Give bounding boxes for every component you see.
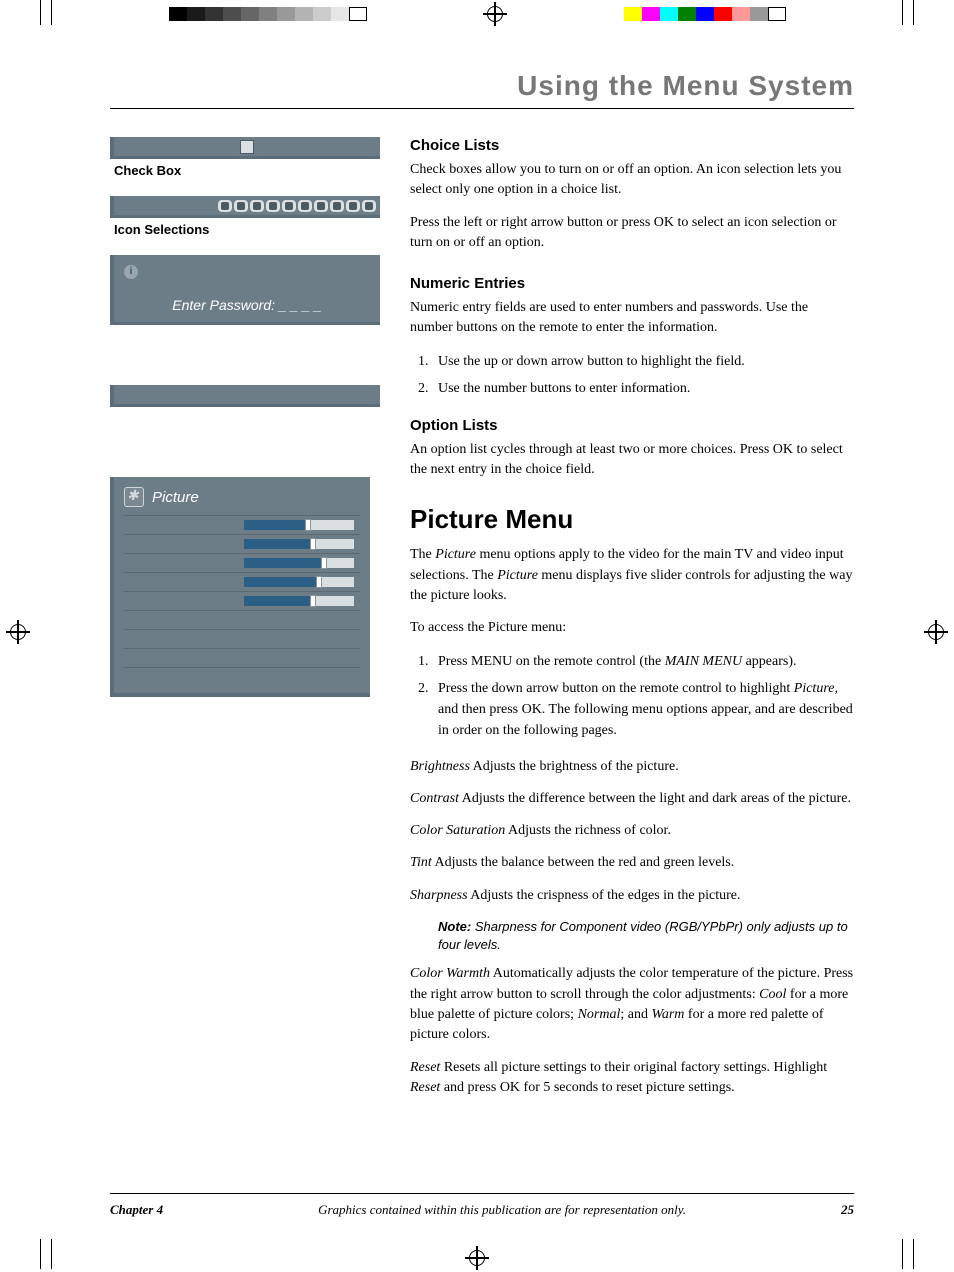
color-bars <box>624 7 786 21</box>
definition-brightness: Brightness Adjusts the brightness of the… <box>410 757 854 777</box>
footer-note: Graphics contained within this publicati… <box>318 1202 686 1218</box>
definition-tint: Tint Adjusts the balance between the red… <box>410 853 854 873</box>
print-registration-bottom <box>0 1250 954 1266</box>
definition-color: Color Saturation Adjusts the richness of… <box>410 821 854 841</box>
page-number: 25 <box>841 1202 854 1218</box>
crop-mark <box>40 1247 52 1269</box>
definition-color-warmth: Color Warmth Automatically adjusts the c… <box>410 964 854 1045</box>
checkbox-icon <box>240 140 254 154</box>
list-item: Use the number buttons to enter informat… <box>432 378 854 399</box>
checkbox-caption: Check Box <box>114 163 380 178</box>
checkbox-widget <box>110 137 380 159</box>
registration-cross-icon <box>6 620 30 644</box>
page-footer: Chapter 4 Graphics contained within this… <box>110 1193 854 1218</box>
icon-selection-widget <box>110 196 380 218</box>
slider <box>244 539 354 549</box>
picture-icon <box>124 487 144 507</box>
crop-mark <box>40 3 52 25</box>
note-text: Note: Sharpness for Component video (RGB… <box>438 918 854 954</box>
slider <box>244 520 354 530</box>
chapter-title: Using the Menu System <box>110 70 854 109</box>
password-label: Enter Password: _ _ _ _ <box>124 297 370 313</box>
info-icon: i <box>124 265 138 279</box>
section-heading-picture-menu: Picture Menu <box>410 504 854 535</box>
slider <box>244 596 354 606</box>
slider <box>244 558 354 568</box>
picture-menu-title: Picture <box>152 489 199 506</box>
body-text: Press the left or right arrow button or … <box>410 213 854 254</box>
list-item: Press MENU on the remote control (the MA… <box>432 651 854 672</box>
body-text: Numeric entry fields are used to enter n… <box>410 298 854 339</box>
definition-contrast: Contrast Adjusts the difference between … <box>410 789 854 809</box>
picture-menu-widget: Picture <box>110 477 370 697</box>
icon-selection-caption: Icon Selections <box>114 222 380 237</box>
registration-cross-icon <box>465 1246 489 1270</box>
crop-mark <box>902 3 914 25</box>
print-registration-top <box>0 6 954 22</box>
slider <box>244 577 354 587</box>
grayscale-bars <box>169 7 367 21</box>
option-list-widget <box>110 385 380 407</box>
list-item: Use the up or down arrow button to highl… <box>432 351 854 372</box>
definition-reset: Reset Resets all picture settings to the… <box>410 1058 854 1099</box>
definition-sharpness: Sharpness Adjusts the crispness of the e… <box>410 886 854 906</box>
icon-selection-row <box>218 200 376 212</box>
section-heading-choice: Choice Lists <box>410 137 854 154</box>
registration-cross-icon <box>483 2 507 26</box>
page-content: Using the Menu System Check Box Icon Sel… <box>110 70 854 1212</box>
password-widget: i Enter Password: _ _ _ _ <box>110 255 380 325</box>
registration-cross-icon <box>924 620 948 644</box>
list-item: Press the down arrow button on the remot… <box>432 678 854 741</box>
crop-mark <box>902 1247 914 1269</box>
section-heading-numeric: Numeric Entries <box>410 275 854 292</box>
body-text: An option list cycles through at least t… <box>410 440 854 481</box>
numbered-list: Use the up or down arrow button to highl… <box>410 351 854 399</box>
section-heading-option: Option Lists <box>410 417 854 434</box>
numbered-list: Press MENU on the remote control (the MA… <box>410 651 854 741</box>
body-text: Check boxes allow you to turn on or off … <box>410 160 854 201</box>
body-text: The Picture menu options apply to the vi… <box>410 545 854 606</box>
body-text: To access the Picture menu: <box>410 618 854 638</box>
footer-chapter: Chapter 4 <box>110 1202 163 1218</box>
